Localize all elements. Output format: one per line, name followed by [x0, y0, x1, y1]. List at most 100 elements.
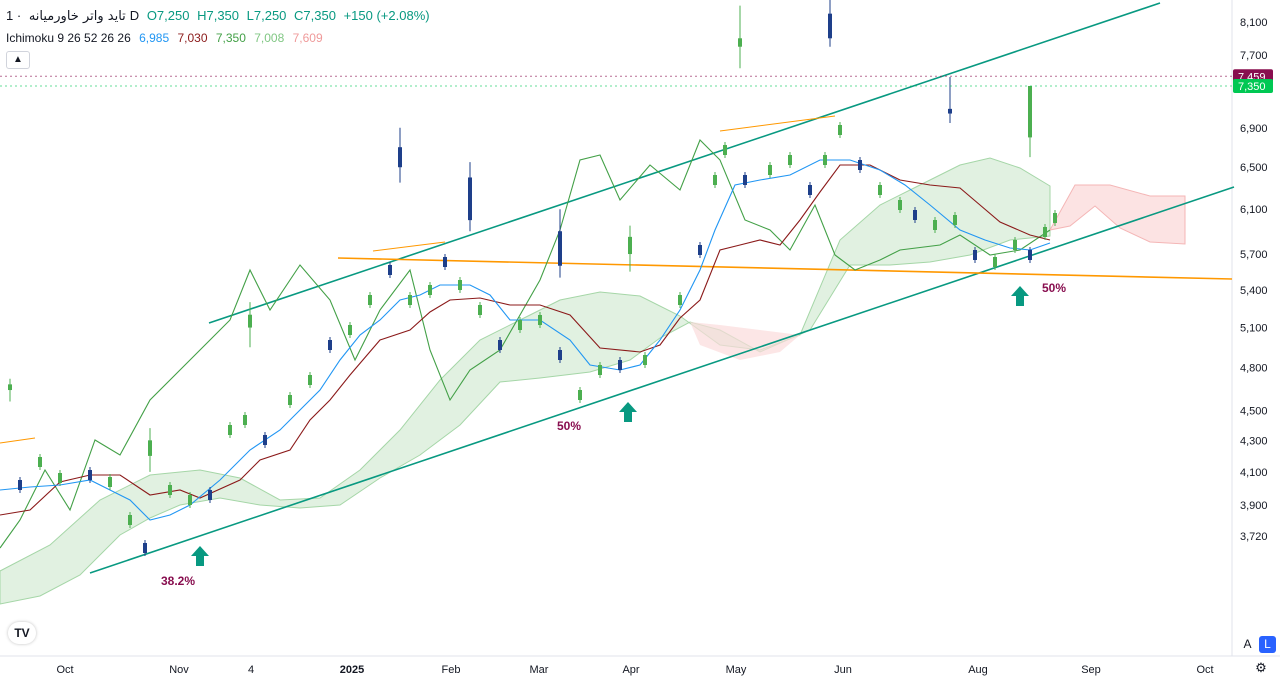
tradingview-logo[interactable]: TV — [8, 622, 36, 644]
y-tick-label: 6,100 — [1240, 204, 1268, 216]
candle-body — [58, 473, 62, 483]
x-tick-label: Sep — [1081, 664, 1101, 676]
candle-body — [678, 295, 682, 305]
header-separator: · — [16, 8, 22, 23]
short-trend-line — [0, 437, 36, 444]
candle-body — [388, 265, 392, 275]
candle-body — [973, 250, 977, 260]
symbol-name[interactable]: تاید واتر خاورمیانه — [29, 9, 126, 24]
candle-body — [1028, 250, 1032, 260]
indicator-value-chikou: 7,350 — [215, 31, 246, 45]
high-value: H7,350 — [197, 8, 240, 23]
y-tick-label: 3,900 — [1240, 500, 1268, 512]
candle-body — [578, 390, 582, 400]
candle-body — [518, 320, 522, 330]
ichimoku-cloud-bearish — [690, 322, 800, 360]
auto-scale-button[interactable]: A — [1239, 636, 1256, 653]
price-chart[interactable]: 3,720 3,900 4,100 4,300 4,500 4,800 5,100 5,400… — [0, 0, 1280, 682]
low-value: L7,250 — [246, 8, 287, 23]
y-tick-label: 5,700 — [1240, 249, 1268, 261]
candle-body — [398, 147, 402, 168]
candle-body — [1053, 213, 1057, 223]
indicator-value-span-b: 7,609 — [292, 31, 323, 45]
x-tick-label: Aug — [968, 664, 988, 676]
candle-body — [828, 13, 832, 39]
y-tick-label: 7,700 — [1240, 50, 1268, 62]
price-label-text: 7,350 — [1238, 81, 1266, 93]
chart-header: تاید واتر خاورمیانه · 1D O7,250 H7,350 L… — [6, 8, 434, 24]
y-tick-label: 5,400 — [1240, 285, 1268, 297]
candle-body — [38, 457, 42, 467]
candle-body — [208, 490, 212, 500]
short-trend-line — [719, 115, 836, 132]
candle-body — [993, 257, 997, 267]
candle-body — [558, 350, 562, 360]
candle-body — [408, 295, 412, 305]
candle-body — [808, 185, 812, 195]
x-tick-label: 2025 — [340, 664, 364, 676]
candle-body — [263, 435, 267, 445]
candle-body — [933, 220, 937, 230]
x-tick-label: 4 — [248, 664, 254, 676]
candle-body — [368, 295, 372, 305]
ichimoku-cloud-bearish — [1049, 184, 1186, 245]
candle-body — [788, 155, 792, 165]
x-tick-label: Oct — [1196, 664, 1213, 676]
y-tick-label: 4,800 — [1240, 363, 1268, 375]
candle-body — [628, 236, 632, 255]
support-line — [337, 257, 1233, 280]
candle-body — [458, 280, 462, 290]
candle-body — [443, 257, 447, 267]
indicator-value-tenkan: 6,985 — [139, 31, 170, 45]
channel-upper-line — [208, 2, 1161, 324]
candle-body — [698, 245, 702, 255]
candle-body — [288, 395, 292, 405]
candle-body — [558, 231, 562, 266]
candle-body — [1028, 85, 1032, 138]
candle-body — [428, 285, 432, 295]
candle-body — [618, 360, 622, 370]
channel-lower-line — [89, 186, 1235, 574]
candle-body — [953, 215, 957, 225]
change-value: +150 (+2.08%) — [343, 8, 430, 23]
candle-body — [248, 314, 252, 328]
candle-body — [228, 425, 232, 435]
candle-body — [128, 515, 132, 525]
x-tick-label: Oct — [56, 664, 73, 676]
candle-body — [188, 495, 192, 505]
indicator-value-span-a: 7,008 — [254, 31, 285, 45]
gear-icon[interactable]: ⚙ — [1253, 660, 1269, 676]
candle-body — [168, 485, 172, 495]
y-tick-label: 5,100 — [1240, 323, 1268, 335]
candle-body — [768, 165, 772, 175]
candle-body — [1043, 227, 1047, 237]
indicator-name[interactable]: Ichimoku 9 26 52 26 26 — [6, 31, 131, 45]
indicator-legend[interactable]: Ichimoku 9 26 52 26 26 6,985 7,030 7,350… — [6, 31, 328, 45]
candle-body — [498, 340, 502, 350]
candle-body — [108, 477, 112, 487]
y-tick-label: 4,500 — [1240, 405, 1268, 417]
up-arrow-icon — [619, 402, 637, 422]
candle-body — [143, 543, 147, 553]
x-tick-label: May — [726, 664, 747, 676]
candle-body — [838, 125, 842, 135]
y-tick-label: 3,720 — [1240, 531, 1268, 543]
candle-body — [723, 145, 727, 155]
candle-body — [823, 155, 827, 165]
close-value: C7,350 — [294, 8, 336, 23]
x-tick-label: Apr — [622, 664, 639, 676]
up-arrow-icon — [191, 546, 209, 566]
chevron-up-icon[interactable]: ▲ — [6, 51, 30, 69]
log-scale-button[interactable]: L — [1259, 636, 1276, 653]
y-tick-label: 6,500 — [1240, 162, 1268, 174]
candle-body — [643, 355, 647, 365]
candle-body — [148, 440, 152, 456]
x-tick-label: Nov — [169, 664, 189, 676]
candle-body — [913, 210, 917, 220]
candle-body — [328, 340, 332, 350]
fib-annotation-label: 38.2% — [161, 574, 195, 588]
candle-body — [88, 470, 92, 480]
candle-body — [468, 177, 472, 221]
open-value: O7,250 — [146, 8, 190, 23]
up-arrow-icon — [1011, 286, 1029, 306]
